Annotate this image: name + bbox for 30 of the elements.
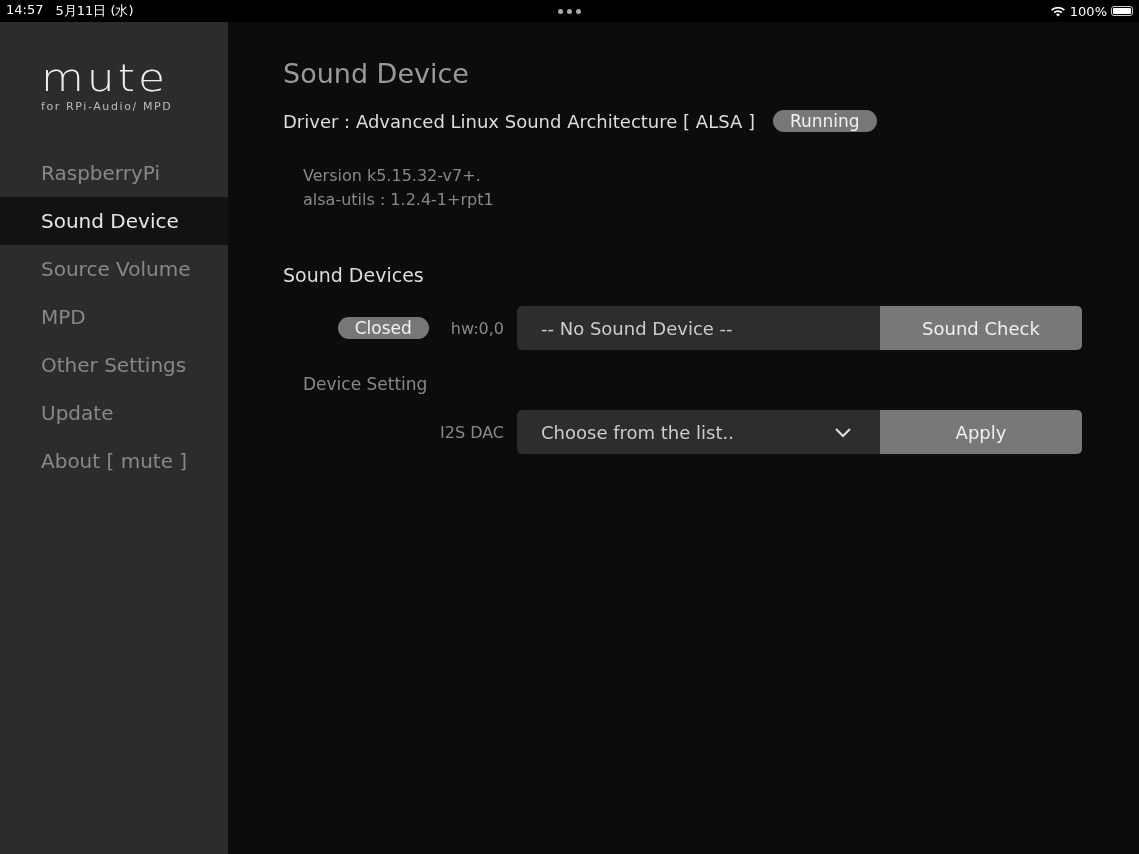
battery-icon bbox=[1111, 6, 1133, 16]
field-label: I2S DAC bbox=[440, 422, 504, 442]
wifi-icon bbox=[1049, 5, 1066, 17]
sidebar-item[interactable]: About [ mute ] bbox=[0, 437, 228, 485]
status-time: 14:57 bbox=[6, 2, 44, 19]
version-text: alsa-utils : 1.2.4-1+rpt1 bbox=[303, 189, 495, 211]
version-text: Version k5.15.32-v7+. bbox=[303, 165, 482, 187]
device-name-field: -- No Sound Device -- bbox=[517, 306, 880, 350]
multitask-dots-icon bbox=[558, 8, 581, 14]
apply-button[interactable]: Apply bbox=[880, 410, 1082, 454]
chevron-down-icon bbox=[834, 426, 852, 438]
page-title: Sound Device bbox=[283, 58, 470, 91]
sidebar-item[interactable]: Source Volume bbox=[0, 245, 228, 293]
device-id: hw:0,0 bbox=[450, 318, 504, 338]
sidebar-item[interactable]: MPD bbox=[0, 293, 228, 341]
sidebar-item[interactable]: RaspberryPi bbox=[0, 149, 228, 197]
status-badge: Closed bbox=[337, 317, 429, 339]
status-badge: Running bbox=[773, 110, 877, 132]
battery-percent: 100% bbox=[1069, 3, 1107, 19]
subsection-heading: Device Setting bbox=[302, 374, 429, 394]
dac-dropdown[interactable]: Choose from the list.. bbox=[517, 410, 880, 454]
section-heading: Sound Devices bbox=[283, 264, 425, 286]
logo-tagline: for RPi-Audio/ MPD bbox=[41, 100, 174, 113]
status-date: 5月11日 (水) bbox=[55, 2, 134, 20]
sidebar-item[interactable]: Update bbox=[0, 389, 228, 437]
logo-text: mute bbox=[41, 61, 170, 95]
sidebar-item[interactable]: Sound Device bbox=[0, 197, 228, 245]
sound-check-button[interactable]: Sound Check bbox=[880, 306, 1082, 350]
driver-label: Driver : Advanced Linux Sound Architecture [ ALSA ] bbox=[283, 110, 755, 132]
sidebar-item[interactable]: Other Settings bbox=[0, 341, 228, 389]
